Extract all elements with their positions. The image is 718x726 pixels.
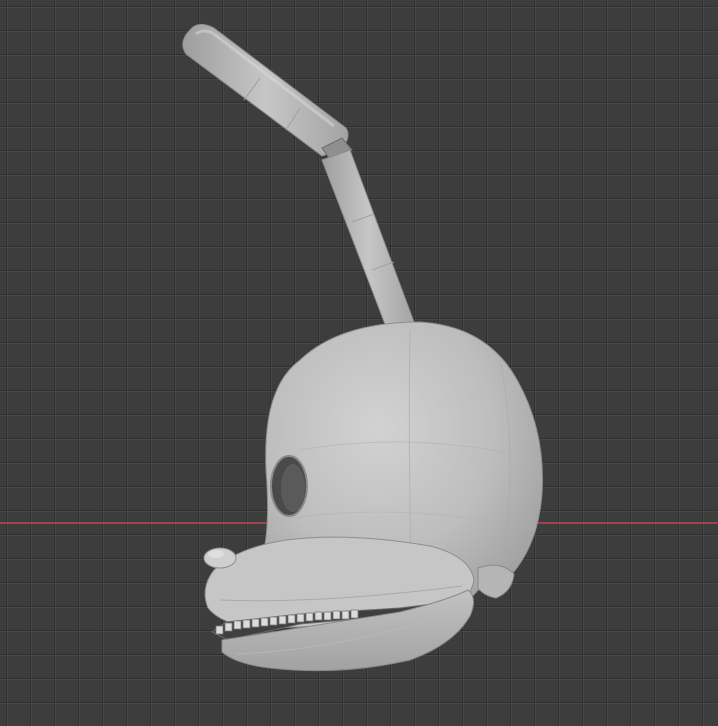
eye-socket: [270, 455, 308, 517]
3d-viewport[interactable]: [0, 0, 718, 726]
neck-piece: [477, 564, 515, 599]
ear-lower-segment: [321, 149, 415, 337]
rabbit-head-mesh[interactable]: [0, 0, 718, 726]
nose-mesh: [203, 547, 237, 569]
ear-upper-segment: [182, 24, 349, 157]
